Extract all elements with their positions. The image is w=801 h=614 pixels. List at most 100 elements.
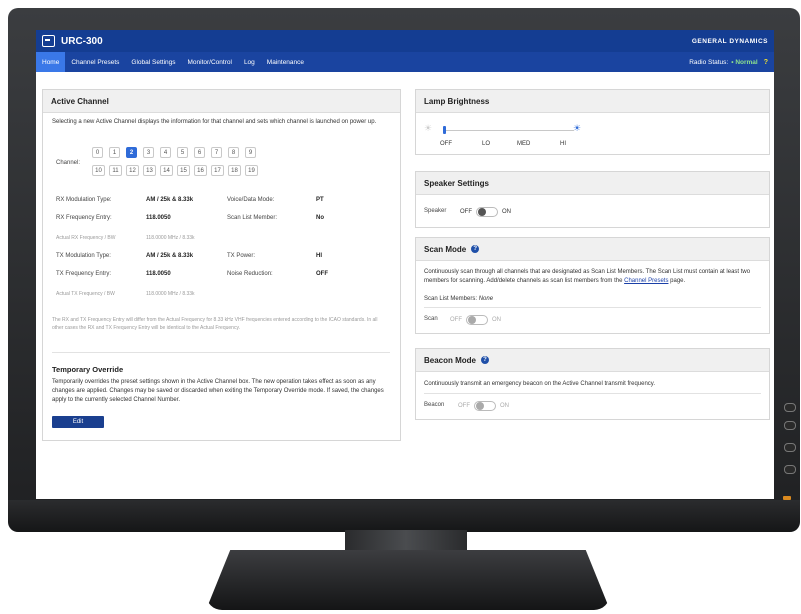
monitor-side-button (784, 443, 796, 452)
radio-status-label: Radio Status: (689, 58, 729, 66)
speaker-settings-panel: Speaker Settings Speaker OFF ON (415, 171, 770, 228)
scan-mode-panel: Scan Mode ? Continuously scan through al… (415, 237, 770, 334)
scan-members-label: Scan List Members: (424, 296, 478, 302)
active-channel-description: Selecting a new Active Channel displays … (52, 119, 377, 125)
scan-on-label: ON (492, 317, 501, 323)
help-icon[interactable]: ? (481, 356, 490, 364)
panel-title: Speaker Settings (416, 172, 769, 195)
switch-knob (478, 208, 486, 216)
channel-button-1[interactable]: 1 (109, 147, 120, 158)
channel-button-16[interactable]: 16 (194, 165, 207, 176)
channel-button-11[interactable]: 11 (109, 165, 122, 176)
scan-toggle[interactable]: OFF ON (450, 315, 501, 325)
help-icon[interactable]: ? (471, 245, 480, 253)
channel-button-19[interactable]: 19 (245, 165, 258, 176)
channel-button-9[interactable]: 9 (245, 147, 256, 158)
tx-mod-value: AM / 25k & 8.33k (146, 253, 194, 259)
noise-reduction-label: Noise Reduction: (227, 271, 273, 277)
speaker-off-label: OFF (460, 209, 472, 215)
scan-label: Scan (424, 316, 438, 322)
tx-power-value: HI (316, 253, 322, 259)
tab-global-settings[interactable]: Global Settings (125, 52, 181, 72)
monitor-side-button (784, 403, 796, 412)
channel-button-18[interactable]: 18 (228, 165, 241, 176)
voice-mode-value: PT (316, 197, 324, 203)
beacon-mode-panel: Beacon Mode ? Continuously transmit an e… (415, 348, 770, 420)
channel-button-8[interactable]: 8 (228, 147, 239, 158)
channel-label: Channel: (56, 160, 81, 166)
tx-mod-label: TX Modulation Type: (56, 253, 111, 259)
rx-freq-value: 118.0050 (146, 215, 171, 221)
channel-button-13[interactable]: 13 (143, 165, 156, 176)
tx-power-label: TX Power: (227, 253, 256, 259)
radio-status: Radio Status: • Normal ? (689, 52, 774, 72)
noise-reduction-value: OFF (316, 271, 328, 277)
panel-title: Lamp Brightness (416, 90, 769, 113)
scan-description-text: Continuously scan through all channels t… (424, 269, 751, 284)
panel-title: Beacon Mode (424, 355, 477, 365)
brand-logo: GENERAL DYNAMICS (691, 37, 768, 45)
channel-button-6[interactable]: 6 (194, 147, 205, 158)
radio-icon (42, 35, 55, 47)
beacon-switch[interactable] (474, 401, 496, 411)
tab-monitor-control[interactable]: Monitor/Control (182, 52, 238, 72)
tab-channel-presets[interactable]: Channel Presets (65, 52, 125, 72)
channel-button-2[interactable]: 2 (126, 147, 137, 158)
channel-button-5[interactable]: 5 (177, 147, 188, 158)
speaker-label: Speaker (424, 208, 447, 214)
help-icon[interactable]: ? (764, 59, 768, 66)
tab-home[interactable]: Home (36, 52, 66, 72)
app-topbar: URC-300 GENERAL DYNAMICS (36, 30, 774, 52)
actual-tx-label: Actual TX Frequency / BW (56, 291, 115, 297)
edit-button[interactable]: Edit (52, 416, 104, 428)
channel-presets-link[interactable]: Channel Presets (624, 278, 668, 284)
voice-mode-label: Voice/Data Mode: (227, 197, 275, 203)
frequency-note: The RX and TX Frequency Entry will diffe… (52, 317, 378, 331)
brightness-slider-handle[interactable] (443, 126, 446, 134)
brightness-label-lo: LO (482, 141, 491, 147)
beacon-on-label: ON (500, 403, 509, 409)
channel-button-17[interactable]: 17 (211, 165, 224, 176)
monitor-side-button (784, 421, 796, 430)
rx-mod-label: RX Modulation Type: (56, 197, 112, 203)
sun-dim-icon: ☀ (424, 123, 433, 133)
scan-switch[interactable] (466, 315, 488, 325)
section-divider (424, 393, 761, 394)
actual-tx-value: 118.0000 MHz / 8.33k (146, 291, 195, 297)
panel-title: Scan Mode (424, 244, 467, 254)
channel-button-3[interactable]: 3 (143, 147, 154, 158)
scan-member-value: No (316, 215, 324, 221)
channel-button-4[interactable]: 4 (160, 147, 171, 158)
channel-button-0[interactable]: 0 (92, 147, 103, 158)
channel-button-15[interactable]: 15 (177, 165, 190, 176)
beacon-label: Beacon (424, 402, 445, 408)
channel-button-12[interactable]: 12 (126, 165, 139, 176)
scan-description-end: page. (670, 278, 686, 284)
brightness-label-hi: HI (560, 141, 566, 147)
main-nav: Home Channel Presets Global Settings Mon… (36, 52, 774, 72)
channel-button-10[interactable]: 10 (92, 165, 105, 176)
tx-freq-label: TX Frequency Entry: (56, 271, 112, 277)
sun-bright-icon: ☀ (573, 123, 582, 133)
beacon-toggle[interactable]: OFF ON (458, 401, 509, 411)
brightness-slider-track[interactable] (443, 130, 574, 131)
scan-list-members: Scan List Members: None (424, 295, 493, 304)
tab-log[interactable]: Log (238, 52, 261, 72)
tab-maintenance[interactable]: Maintenance (261, 52, 310, 72)
speaker-toggle[interactable]: OFF ON (460, 207, 511, 217)
switch-knob (468, 316, 476, 324)
speaker-switch[interactable] (476, 207, 498, 217)
brightness-label-off: OFF (440, 141, 452, 147)
channel-button-7[interactable]: 7 (211, 147, 222, 158)
power-led (783, 496, 791, 500)
beacon-off-label: OFF (458, 403, 470, 409)
panel-title: Active Channel (43, 90, 400, 113)
actual-rx-value: 118.0000 MHz / 8.33k (146, 235, 195, 241)
scan-mode-header: Scan Mode ? (416, 238, 769, 261)
active-channel-panel: Active Channel Selecting a new Active Ch… (42, 89, 401, 441)
brightness-label-med: MED (517, 141, 531, 147)
scan-off-label: OFF (450, 317, 462, 323)
switch-knob (476, 402, 484, 410)
monitor-base (206, 550, 610, 610)
channel-button-14[interactable]: 14 (160, 165, 173, 176)
